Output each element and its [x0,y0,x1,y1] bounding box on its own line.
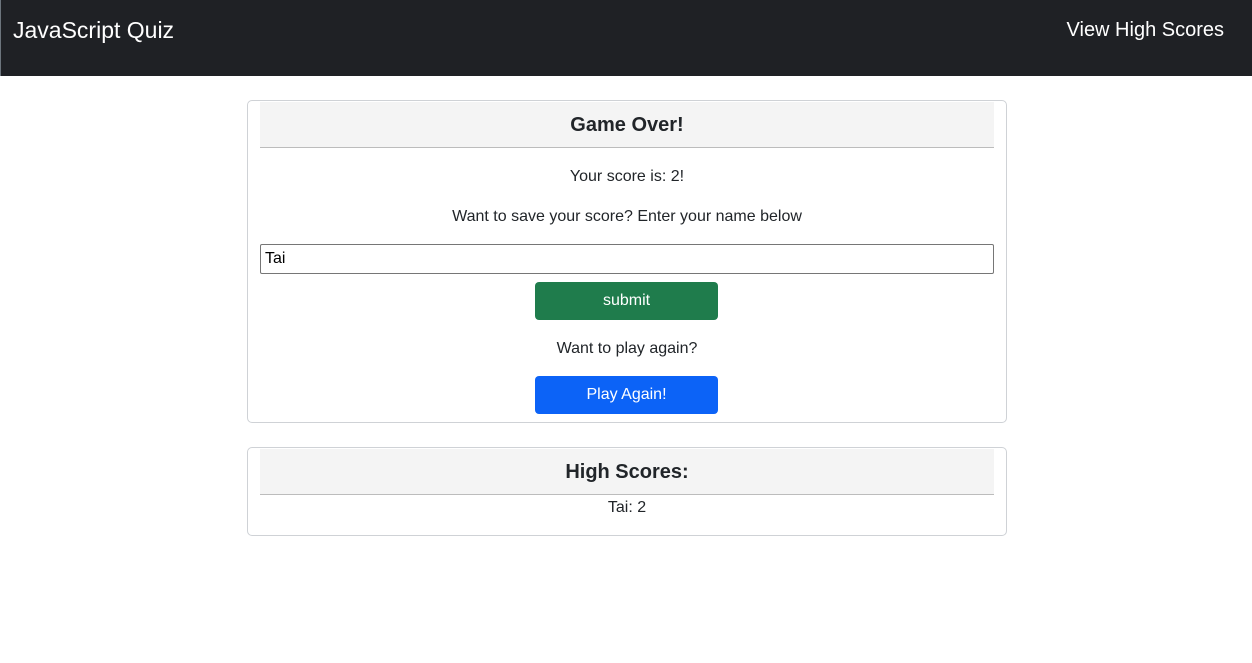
game-over-card: Game Over! Your score is: 2! Want to sav… [247,100,1007,423]
play-again-prompt: Want to play again? [556,340,698,357]
game-over-title: Game Over! [260,102,994,148]
high-scores-card: High Scores: Tai: 2 [247,447,1007,536]
navbar: JavaScript Quiz View High Scores [0,0,1252,76]
high-scores-title: High Scores: [260,449,994,495]
name-input[interactable] [260,244,994,274]
submit-button[interactable]: submit [535,282,718,320]
brand-title[interactable]: JavaScript Quiz [13,16,174,44]
score-text: Your score is: 2! [569,168,685,185]
play-again-button[interactable]: Play Again! [535,376,718,414]
save-prompt: Want to save your score? Enter your name… [452,208,802,225]
high-score-entry: Tai: 2 [607,499,647,516]
view-high-scores-link[interactable]: View High Scores [1067,17,1224,43]
